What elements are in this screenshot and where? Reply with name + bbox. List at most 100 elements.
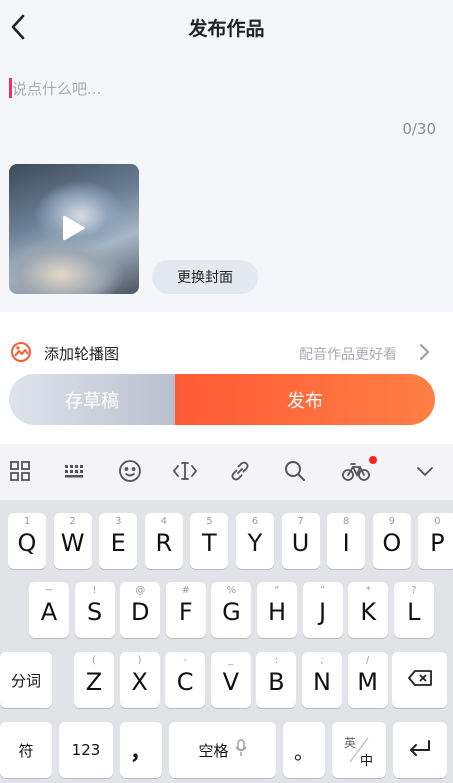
key-r[interactable]: 4R <box>144 513 183 569</box>
key-hint: 4 <box>160 516 167 527</box>
symbol-key[interactable]: 符 <box>0 722 52 778</box>
key-hint: ? <box>411 585 417 596</box>
key-q[interactable]: 1Q <box>8 513 46 569</box>
key-p[interactable]: 0P <box>418 513 453 569</box>
key-n[interactable]: ; N <box>302 652 342 708</box>
key-letter: F <box>178 598 193 626</box>
key-hint: * <box>365 585 371 596</box>
key-hint: ( <box>92 655 96 666</box>
carousel-icon <box>10 341 32 363</box>
play-icon[interactable] <box>61 213 87 243</box>
key-letter: N <box>313 668 331 696</box>
key-v[interactable]: _ V <box>210 652 251 708</box>
key-letter: K <box>360 598 377 626</box>
key-b[interactable]: :B <box>256 652 297 708</box>
key-hint: @ <box>135 585 146 596</box>
key-w[interactable]: 2W <box>53 513 92 569</box>
key-letter: R <box>155 529 173 557</box>
delete-key[interactable] <box>392 652 447 708</box>
grid-icon[interactable] <box>5 456 35 486</box>
key-l[interactable]: ? L <box>393 582 434 638</box>
link-icon[interactable] <box>225 456 255 486</box>
period-key[interactable]: 。 <box>283 722 325 778</box>
add-carousel-label[interactable]: 添加轮播图 <box>44 343 119 364</box>
search-icon[interactable] <box>280 456 310 486</box>
key-hint: ” <box>320 585 326 596</box>
change-cover-button[interactable]: 更换封面 <box>152 260 258 294</box>
text-cursor-icon[interactable] <box>170 456 200 486</box>
key-letter: I <box>342 529 350 557</box>
bicycle-icon[interactable] <box>341 456 371 486</box>
key-d[interactable]: @ D <box>120 582 161 638</box>
key-hint: : <box>274 655 279 666</box>
key-hint: / <box>365 655 370 666</box>
key-letter: B <box>268 668 285 696</box>
key-hint: ~ <box>44 585 54 596</box>
number-key[interactable]: 123 <box>59 722 113 778</box>
key-letter: L <box>407 598 421 626</box>
key-s[interactable]: ! S <box>74 582 115 638</box>
publish-button[interactable]: 发布 <box>175 374 435 425</box>
key-letter: X <box>131 668 148 696</box>
key-h[interactable]: “H <box>257 582 297 638</box>
key-letter: U <box>291 529 310 557</box>
char-counter: 0/30 <box>402 120 436 138</box>
key-letter: J <box>319 598 327 626</box>
space-key[interactable]: 空格 <box>169 722 276 778</box>
key-a[interactable]: ~ A <box>29 582 69 638</box>
dubbing-hint[interactable]: 配音作品更好看 <box>299 344 397 364</box>
key-u[interactable]: 7U <box>281 513 320 569</box>
return-icon <box>408 739 432 761</box>
key-y[interactable]: 6Y <box>236 513 274 569</box>
key-x[interactable]: ) X <box>119 652 160 708</box>
key-letter: Y <box>247 529 263 557</box>
key-hint: ! <box>92 585 97 596</box>
key-i[interactable]: 8I <box>327 513 366 569</box>
key-letter: E <box>110 529 126 557</box>
fenci-key[interactable]: 分词 <box>0 652 52 708</box>
key-hint: 5 <box>206 516 213 527</box>
emoji-icon[interactable] <box>115 456 145 486</box>
key-letter: H <box>267 598 287 626</box>
key-letter: A <box>40 598 58 626</box>
key-letter: M <box>357 668 378 696</box>
key-j[interactable]: ” J <box>302 582 343 638</box>
key-o[interactable]: 9O <box>372 513 411 569</box>
key-f[interactable]: # F <box>165 582 206 638</box>
key-letter: O <box>382 529 402 557</box>
key-hint: # <box>181 585 190 596</box>
key-letter: Z <box>85 668 103 696</box>
key-e[interactable]: 3E <box>99 513 138 569</box>
key-hint: “ <box>274 585 280 596</box>
keyboard-icon[interactable] <box>60 456 90 486</box>
key-hint: 2 <box>69 516 76 527</box>
key-hint: 8 <box>343 516 350 527</box>
key-hint: ; <box>320 655 324 666</box>
key-t[interactable]: 5T <box>190 513 229 569</box>
comma-key[interactable]: ， <box>120 722 162 778</box>
language-switch-key[interactable]: 英 中 <box>332 722 386 778</box>
key-k[interactable]: * K <box>348 582 389 638</box>
microphone-icon <box>234 739 247 761</box>
key-z[interactable]: (Z <box>74 652 114 708</box>
enter-key[interactable] <box>393 722 447 778</box>
key-g[interactable]: % G <box>211 582 252 638</box>
key-c[interactable]: -C <box>165 652 206 708</box>
key-hint: ) <box>137 655 142 666</box>
key-hint: % <box>226 585 237 596</box>
key-letter: D <box>130 598 150 626</box>
page-title: 发布作品 <box>188 18 265 40</box>
key-m[interactable]: / M <box>347 652 388 708</box>
chevron-right-icon[interactable] <box>417 342 431 362</box>
key-letter: W <box>60 529 85 557</box>
key-hint: 7 <box>297 516 304 527</box>
key-letter: G <box>222 598 241 626</box>
key-letter: P <box>430 529 445 557</box>
key-hint: 1 <box>23 516 31 527</box>
key-hint: 0 <box>434 516 441 527</box>
collapse-icon[interactable] <box>410 456 440 486</box>
key-letter: T <box>202 529 217 557</box>
key-hint: - <box>183 655 187 666</box>
caption-input[interactable]: 说点什么吧... <box>12 78 101 99</box>
save-draft-button[interactable]: 存草稿 <box>9 374 175 425</box>
